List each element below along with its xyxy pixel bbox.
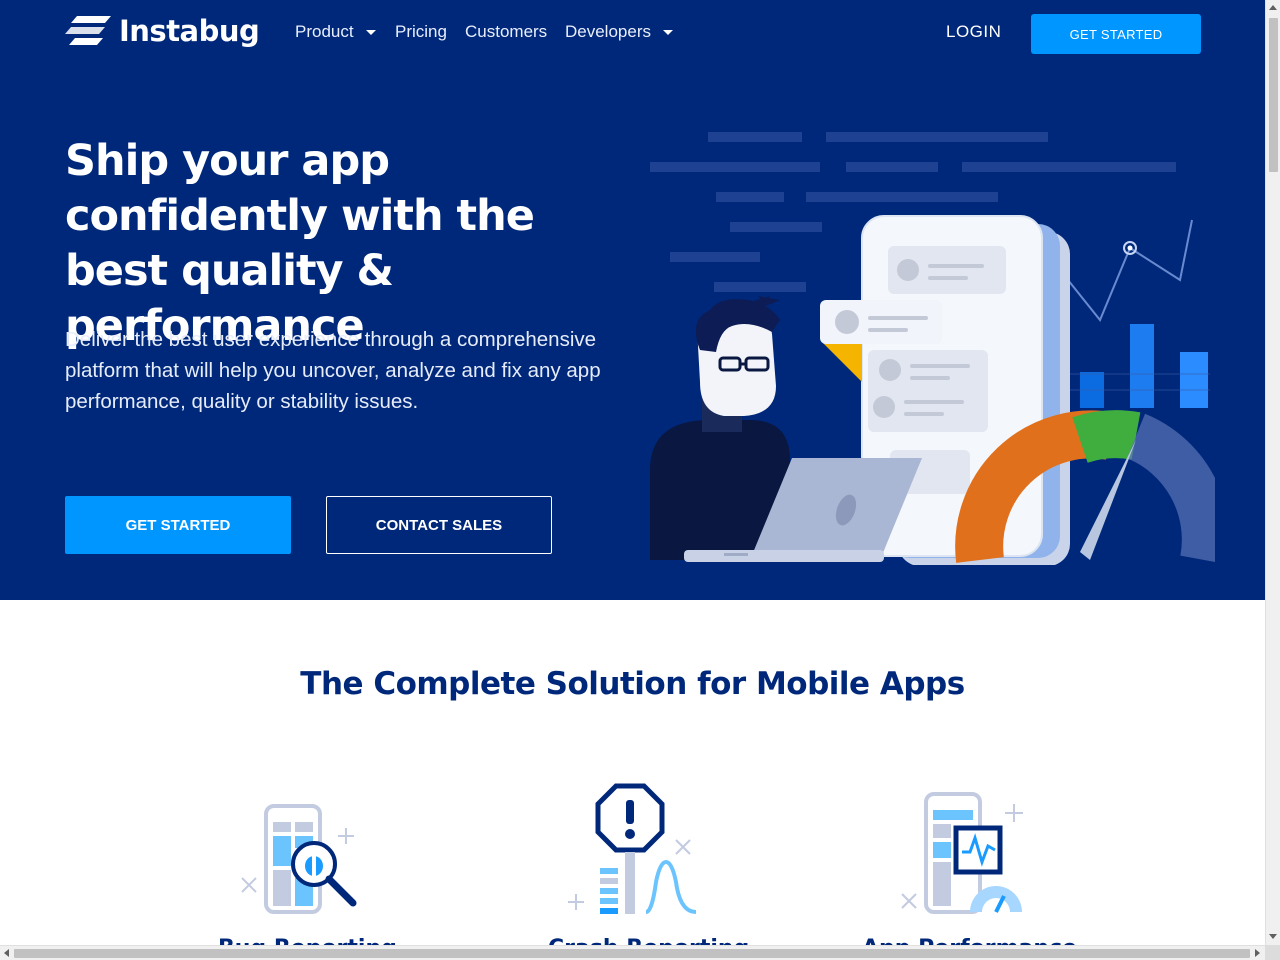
feature-label-bug-reporting[interactable]: Bug Reporting bbox=[218, 936, 397, 945]
feature-label-crash-reporting[interactable]: Crash Reporting bbox=[548, 936, 749, 945]
nav-developers-label: Developers bbox=[565, 22, 651, 41]
scroll-down-icon[interactable] bbox=[1269, 934, 1277, 939]
chevron-down-icon bbox=[365, 29, 376, 35]
scroll-up-icon[interactable] bbox=[1269, 5, 1277, 10]
nav-customers[interactable]: Customers bbox=[465, 22, 547, 42]
nav-developers[interactable]: Developers bbox=[565, 22, 673, 42]
page-content: Instabug Product Pricing Customers Devel… bbox=[0, 0, 1265, 945]
performance-monitor-icon bbox=[901, 792, 1023, 914]
scrollbar-corner bbox=[1265, 945, 1280, 960]
nav-customers-label: Customers bbox=[465, 22, 548, 41]
crash-alert-icon bbox=[568, 783, 697, 914]
top-navbar: Instabug Product Pricing Customers Devel… bbox=[0, 0, 1265, 68]
nav-pricing[interactable]: Pricing bbox=[395, 22, 447, 42]
nav-pricing-label: Pricing bbox=[395, 22, 447, 41]
bug-search-icon bbox=[241, 804, 357, 914]
brand-name: Instabug bbox=[119, 14, 260, 48]
get-started-hero-button[interactable]: GET STARTED bbox=[65, 496, 291, 554]
vertical-scroll-thumb[interactable] bbox=[1269, 18, 1278, 172]
brand-logo[interactable]: Instabug bbox=[65, 14, 260, 48]
hero-illustration bbox=[650, 132, 1215, 565]
scroll-left-icon[interactable] bbox=[4, 949, 9, 957]
vertical-scrollbar[interactable] bbox=[1265, 0, 1280, 945]
contact-sales-button[interactable]: CONTACT SALES bbox=[326, 496, 552, 554]
feature-label-app-performance[interactable]: App Performance bbox=[862, 936, 1077, 945]
hero-section: Instabug Product Pricing Customers Devel… bbox=[0, 0, 1265, 600]
nav-product[interactable]: Product bbox=[295, 22, 376, 42]
chevron-down-icon bbox=[663, 29, 673, 35]
instabug-logo-icon bbox=[65, 16, 111, 45]
horizontal-scrollbar[interactable] bbox=[0, 945, 1265, 960]
login-link[interactable]: LOGIN bbox=[946, 22, 1001, 42]
hero-subtext: Deliver the best user experience through… bbox=[65, 328, 601, 413]
scroll-right-icon[interactable] bbox=[1255, 949, 1260, 957]
horizontal-scroll-thumb[interactable] bbox=[14, 949, 1250, 958]
solutions-title: The Complete Solution for Mobile Apps bbox=[300, 666, 965, 702]
hero-headline: Ship your app confidently with the best … bbox=[65, 136, 535, 351]
page: Instabug Product Pricing Customers Devel… bbox=[0, 0, 1280, 960]
nav-product-label: Product bbox=[295, 22, 354, 41]
get-started-nav-button[interactable]: GET STARTED bbox=[1031, 14, 1201, 54]
